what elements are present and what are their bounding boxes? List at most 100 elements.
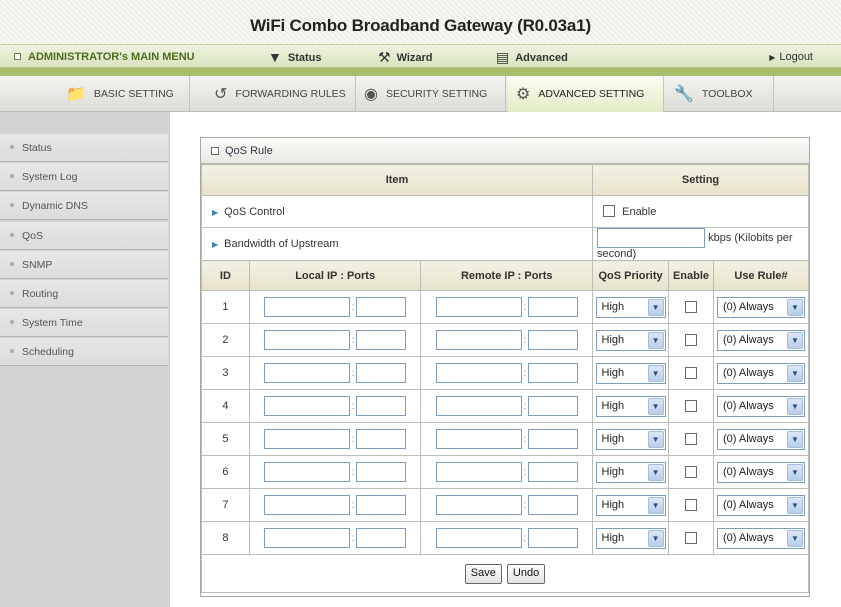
rule-enable-checkbox[interactable]: [684, 498, 697, 511]
sidebar-item-qos[interactable]: QoS: [0, 222, 168, 250]
qos-priority-select[interactable]: High ▼: [595, 329, 666, 351]
menu-wizard[interactable]: ⚒ Wizard: [378, 49, 433, 66]
tab-toolbox[interactable]: 🔧 TOOLBOX: [666, 76, 774, 112]
local-port-input[interactable]: [356, 396, 407, 416]
remote-port-input[interactable]: [527, 462, 578, 482]
qos-priority-select[interactable]: High ▼: [595, 494, 666, 516]
rule-enable-checkbox[interactable]: [684, 333, 697, 346]
use-rule-select[interactable]: (0) Always ▼: [716, 494, 805, 516]
local-ip-input[interactable]: [264, 396, 351, 416]
local-ip-input[interactable]: [264, 297, 351, 317]
sidebar-item-system-log[interactable]: System Log: [0, 163, 168, 191]
chevron-down-icon: ▼: [786, 364, 803, 382]
col-id: ID: [201, 260, 250, 291]
remote-port-input[interactable]: [527, 528, 578, 548]
rule-id: 7: [201, 488, 250, 522]
use-rule-cell: (0) Always ▼: [712, 422, 810, 456]
bandwidth-setting-cell: kbps (Kilobits per second): [592, 227, 809, 261]
local-port-input[interactable]: [356, 462, 407, 482]
enable-cell: [668, 521, 714, 555]
tab-security-setting[interactable]: ◉ SECURITY SETTING: [356, 76, 506, 112]
save-button[interactable]: Save: [464, 563, 502, 584]
qos-priority-select[interactable]: High ▼: [595, 461, 666, 483]
local-ip-input[interactable]: [264, 429, 351, 449]
remote-port-input[interactable]: [527, 363, 578, 383]
local-port-input[interactable]: [356, 528, 407, 548]
local-ip-input[interactable]: [264, 462, 351, 482]
sidebar-item-system-time[interactable]: System Time: [0, 309, 168, 337]
use-rule-cell: (0) Always ▼: [712, 389, 810, 423]
remote-ip-input[interactable]: [435, 528, 522, 548]
remote-ip-input[interactable]: [435, 363, 522, 383]
remote-ip-input[interactable]: [435, 462, 522, 482]
undo-button[interactable]: Undo: [506, 563, 546, 584]
table-row: 6:: High ▼ (0) Always ▼: [201, 455, 810, 489]
rule-enable-checkbox[interactable]: [684, 300, 697, 313]
remote-ip-input[interactable]: [435, 297, 522, 317]
tab-security-setting-label: SECURITY SETTING: [385, 88, 488, 100]
rule-enable-checkbox[interactable]: [684, 465, 697, 478]
qos-priority-select[interactable]: High ▼: [595, 395, 666, 417]
remote-port-input[interactable]: [527, 396, 578, 416]
local-port-input[interactable]: [356, 429, 407, 449]
remote-ip-input[interactable]: [435, 330, 522, 350]
sidebar-item-label: QoS: [22, 230, 44, 242]
rule-id: 8: [201, 521, 250, 555]
local-port-input[interactable]: [356, 363, 407, 383]
remote-port-input[interactable]: [527, 495, 578, 515]
use-rule-select[interactable]: (0) Always ▼: [716, 395, 805, 417]
sidebar-item-snmp[interactable]: SNMP: [0, 251, 168, 279]
rule-enable-checkbox[interactable]: [684, 531, 697, 544]
remote-ip-cell: :: [420, 290, 594, 324]
remote-ip-input[interactable]: [435, 495, 522, 515]
rule-value: (0) Always: [722, 399, 774, 412]
qos-priority-select[interactable]: High ▼: [595, 296, 666, 318]
use-rule-select[interactable]: (0) Always ▼: [716, 296, 805, 318]
local-ip-input[interactable]: [264, 528, 351, 548]
local-ip-input[interactable]: [264, 330, 351, 350]
use-rule-select[interactable]: (0) Always ▼: [716, 329, 805, 351]
tab-forwarding-rules[interactable]: ↺ FORWARDING RULES: [206, 76, 356, 112]
tab-advanced-setting[interactable]: ⚙ ADVANCED SETTING: [508, 76, 664, 112]
rule-enable-checkbox[interactable]: [684, 399, 697, 412]
bandwidth-input[interactable]: [597, 228, 706, 248]
local-port-input[interactable]: [356, 495, 407, 515]
use-rule-select[interactable]: (0) Always ▼: [716, 362, 805, 384]
use-rule-cell: (0) Always ▼: [712, 323, 810, 357]
sidebar-item-scheduling[interactable]: Scheduling: [0, 338, 168, 366]
use-rule-select[interactable]: (0) Always ▼: [716, 461, 805, 483]
title-banner: WiFi Combo Broadband Gateway (R0.03a1): [0, 0, 841, 44]
rule-value: (0) Always: [722, 432, 774, 445]
remote-port-input[interactable]: [527, 429, 578, 449]
use-rule-select[interactable]: (0) Always ▼: [716, 428, 805, 450]
square-icon: [14, 53, 21, 60]
local-port-input[interactable]: [356, 330, 407, 350]
table-row: 3:: High ▼ (0) Always ▼: [201, 356, 810, 390]
qos-priority-select[interactable]: High ▼: [595, 362, 666, 384]
local-port-input[interactable]: [356, 297, 407, 317]
sidebar-item-dynamic-dns[interactable]: Dynamic DNS: [0, 192, 168, 220]
qos-priority-select[interactable]: High ▼: [595, 527, 666, 549]
use-rule-select[interactable]: (0) Always ▼: [716, 527, 805, 549]
local-ip-input[interactable]: [264, 363, 351, 383]
logout-link[interactable]: ▶ Logout: [769, 51, 813, 63]
qos-control-enable-checkbox[interactable]: [603, 205, 616, 217]
enable-cell: [668, 290, 714, 324]
tab-basic-setting[interactable]: 📁 BASIC SETTING: [58, 76, 190, 112]
rule-enable-checkbox[interactable]: [684, 366, 697, 379]
local-ip-cell: :: [248, 356, 422, 390]
remote-port-input[interactable]: [527, 330, 578, 350]
local-ip-input[interactable]: [264, 495, 351, 515]
menu-advanced[interactable]: ▤ Advanced: [496, 49, 568, 66]
rule-enable-checkbox[interactable]: [684, 432, 697, 445]
remote-port-input[interactable]: [527, 297, 578, 317]
sidebar-item-routing[interactable]: Routing: [0, 280, 168, 308]
remote-ip-input[interactable]: [435, 396, 522, 416]
menu-status[interactable]: ▼ Status: [268, 49, 321, 65]
sidebar-item-label: System Time: [22, 317, 83, 329]
remote-ip-input[interactable]: [435, 429, 522, 449]
chevron-down-icon: ▼: [647, 298, 664, 316]
qos-priority-select[interactable]: High ▼: [595, 428, 666, 450]
remote-ip-cell: :: [420, 323, 594, 357]
sidebar-item-status[interactable]: Status: [0, 134, 168, 162]
